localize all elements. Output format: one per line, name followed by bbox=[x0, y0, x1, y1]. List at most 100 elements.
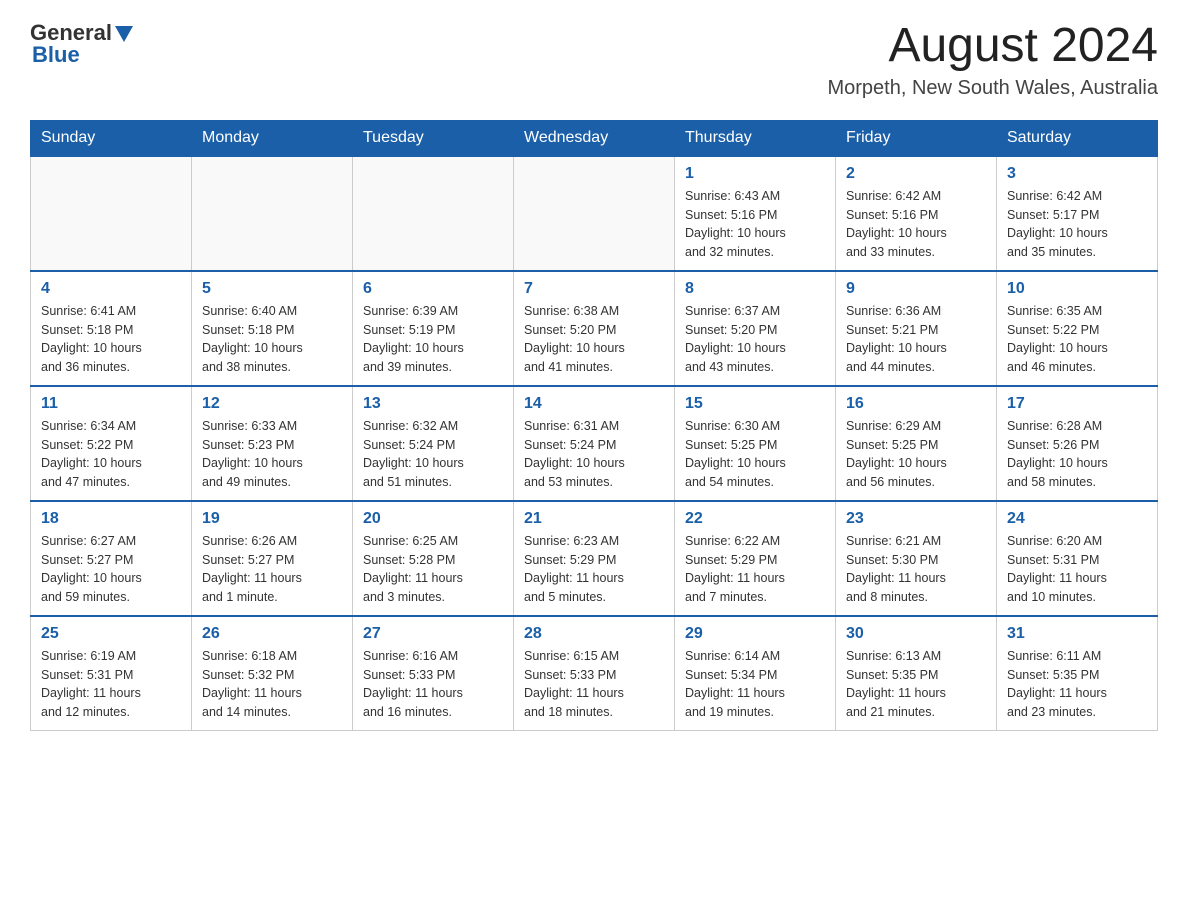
day-cell: 26 Sunrise: 6:18 AM Sunset: 5:32 PM Dayli… bbox=[192, 616, 353, 731]
day-cell: 27 Sunrise: 6:16 AM Sunset: 5:33 PM Dayli… bbox=[353, 616, 514, 731]
logo-triangle-icon bbox=[115, 26, 133, 42]
day-info: Sunrise: 6:25 AM Sunset: 5:28 PM Dayligh… bbox=[363, 532, 503, 607]
day-info: Sunrise: 6:13 AM Sunset: 5:35 PM Dayligh… bbox=[846, 647, 986, 722]
day-cell: 3 Sunrise: 6:42 AM Sunset: 5:17 PM Daylig… bbox=[997, 156, 1158, 271]
logo: General Blue bbox=[30, 20, 133, 68]
day-info: Sunrise: 6:33 AM Sunset: 5:23 PM Dayligh… bbox=[202, 417, 342, 492]
day-cell bbox=[192, 156, 353, 271]
day-cell: 8Sunrise: 6:37 AM Sunset: 5:20 PM Daylig… bbox=[675, 271, 836, 386]
day-number: 24 bbox=[1007, 510, 1147, 528]
day-number: 10 bbox=[1007, 280, 1147, 298]
page-header: General Blue August 2024 Morpeth, New So… bbox=[30, 20, 1158, 100]
month-title: August 2024 bbox=[827, 20, 1158, 73]
week-row-5: 25 Sunrise: 6:19 AM Sunset: 5:31 PM Dayli… bbox=[31, 616, 1158, 731]
day-info: Sunrise: 6:29 AM Sunset: 5:25 PM Dayligh… bbox=[846, 417, 986, 492]
day-info: Sunrise: 6:22 AM Sunset: 5:29 PM Dayligh… bbox=[685, 532, 825, 607]
day-number: 3 bbox=[1007, 165, 1147, 183]
day-number: 31 bbox=[1007, 625, 1147, 643]
day-cell: 10 Sunrise: 6:35 AM Sunset: 5:22 PM Dayli… bbox=[997, 271, 1158, 386]
day-cell: 17 Sunrise: 6:28 AM Sunset: 5:26 PM Dayli… bbox=[997, 386, 1158, 501]
col-header-monday: Monday bbox=[192, 120, 353, 156]
day-cell: 1Sunrise: 6:43 AM Sunset: 5:16 PM Daylig… bbox=[675, 156, 836, 271]
day-info: Sunrise: 6:41 AM Sunset: 5:18 PM Dayligh… bbox=[41, 302, 181, 377]
day-number: 2 bbox=[846, 165, 986, 183]
day-info: Sunrise: 6:31 AM Sunset: 5:24 PM Dayligh… bbox=[524, 417, 664, 492]
day-cell bbox=[31, 156, 192, 271]
day-cell: 19 Sunrise: 6:26 AM Sunset: 5:27 PM Dayli… bbox=[192, 501, 353, 616]
day-cell: 12 Sunrise: 6:33 AM Sunset: 5:23 PM Dayli… bbox=[192, 386, 353, 501]
day-cell: 24 Sunrise: 6:20 AM Sunset: 5:31 PM Dayli… bbox=[997, 501, 1158, 616]
day-info: Sunrise: 6:30 AM Sunset: 5:25 PM Dayligh… bbox=[685, 417, 825, 492]
day-number: 6 bbox=[363, 280, 503, 298]
day-info: Sunrise: 6:42 AM Sunset: 5:17 PM Dayligh… bbox=[1007, 187, 1147, 262]
day-cell: 31 Sunrise: 6:11 AM Sunset: 5:35 PM Dayli… bbox=[997, 616, 1158, 731]
day-number: 27 bbox=[363, 625, 503, 643]
week-row-3: 11 Sunrise: 6:34 AM Sunset: 5:22 PM Dayli… bbox=[31, 386, 1158, 501]
day-info: Sunrise: 6:19 AM Sunset: 5:31 PM Dayligh… bbox=[41, 647, 181, 722]
logo-blue-text: Blue bbox=[32, 42, 80, 68]
day-cell: 30Sunrise: 6:13 AM Sunset: 5:35 PM Dayli… bbox=[836, 616, 997, 731]
day-info: Sunrise: 6:37 AM Sunset: 5:20 PM Dayligh… bbox=[685, 302, 825, 377]
day-info: Sunrise: 6:35 AM Sunset: 5:22 PM Dayligh… bbox=[1007, 302, 1147, 377]
day-number: 12 bbox=[202, 395, 342, 413]
day-cell: 9Sunrise: 6:36 AM Sunset: 5:21 PM Daylig… bbox=[836, 271, 997, 386]
day-info: Sunrise: 6:21 AM Sunset: 5:30 PM Dayligh… bbox=[846, 532, 986, 607]
col-header-sunday: Sunday bbox=[31, 120, 192, 156]
day-cell: 2Sunrise: 6:42 AM Sunset: 5:16 PM Daylig… bbox=[836, 156, 997, 271]
day-info: Sunrise: 6:16 AM Sunset: 5:33 PM Dayligh… bbox=[363, 647, 503, 722]
day-info: Sunrise: 6:39 AM Sunset: 5:19 PM Dayligh… bbox=[363, 302, 503, 377]
col-header-thursday: Thursday bbox=[675, 120, 836, 156]
day-info: Sunrise: 6:23 AM Sunset: 5:29 PM Dayligh… bbox=[524, 532, 664, 607]
day-cell: 23 Sunrise: 6:21 AM Sunset: 5:30 PM Dayli… bbox=[836, 501, 997, 616]
week-row-2: 4 Sunrise: 6:41 AM Sunset: 5:18 PM Daylig… bbox=[31, 271, 1158, 386]
day-cell: 11 Sunrise: 6:34 AM Sunset: 5:22 PM Dayli… bbox=[31, 386, 192, 501]
day-info: Sunrise: 6:26 AM Sunset: 5:27 PM Dayligh… bbox=[202, 532, 342, 607]
day-cell: 28Sunrise: 6:15 AM Sunset: 5:33 PM Dayli… bbox=[514, 616, 675, 731]
day-info: Sunrise: 6:15 AM Sunset: 5:33 PM Dayligh… bbox=[524, 647, 664, 722]
day-cell: 21 Sunrise: 6:23 AM Sunset: 5:29 PM Dayli… bbox=[514, 501, 675, 616]
calendar-header-row: SundayMondayTuesdayWednesdayThursdayFrid… bbox=[31, 120, 1158, 156]
day-cell: 16 Sunrise: 6:29 AM Sunset: 5:25 PM Dayli… bbox=[836, 386, 997, 501]
day-number: 13 bbox=[363, 395, 503, 413]
calendar-table: SundayMondayTuesdayWednesdayThursdayFrid… bbox=[30, 120, 1158, 731]
day-cell: 6 Sunrise: 6:39 AM Sunset: 5:19 PM Daylig… bbox=[353, 271, 514, 386]
col-header-tuesday: Tuesday bbox=[353, 120, 514, 156]
day-info: Sunrise: 6:28 AM Sunset: 5:26 PM Dayligh… bbox=[1007, 417, 1147, 492]
col-header-saturday: Saturday bbox=[997, 120, 1158, 156]
day-cell: 4 Sunrise: 6:41 AM Sunset: 5:18 PM Daylig… bbox=[31, 271, 192, 386]
day-number: 4 bbox=[41, 280, 181, 298]
day-number: 29 bbox=[685, 625, 825, 643]
day-info: Sunrise: 6:11 AM Sunset: 5:35 PM Dayligh… bbox=[1007, 647, 1147, 722]
col-header-wednesday: Wednesday bbox=[514, 120, 675, 156]
day-number: 25 bbox=[41, 625, 181, 643]
day-number: 26 bbox=[202, 625, 342, 643]
day-number: 15 bbox=[685, 395, 825, 413]
day-info: Sunrise: 6:38 AM Sunset: 5:20 PM Dayligh… bbox=[524, 302, 664, 377]
day-number: 21 bbox=[524, 510, 664, 528]
day-info: Sunrise: 6:27 AM Sunset: 5:27 PM Dayligh… bbox=[41, 532, 181, 607]
day-number: 20 bbox=[363, 510, 503, 528]
day-info: Sunrise: 6:20 AM Sunset: 5:31 PM Dayligh… bbox=[1007, 532, 1147, 607]
day-info: Sunrise: 6:34 AM Sunset: 5:22 PM Dayligh… bbox=[41, 417, 181, 492]
day-cell: 22Sunrise: 6:22 AM Sunset: 5:29 PM Dayli… bbox=[675, 501, 836, 616]
day-number: 7 bbox=[524, 280, 664, 298]
location-subtitle: Morpeth, New South Wales, Australia bbox=[827, 77, 1158, 100]
day-number: 23 bbox=[846, 510, 986, 528]
day-cell: 5Sunrise: 6:40 AM Sunset: 5:18 PM Daylig… bbox=[192, 271, 353, 386]
day-cell: 20 Sunrise: 6:25 AM Sunset: 5:28 PM Dayli… bbox=[353, 501, 514, 616]
week-row-1: 1Sunrise: 6:43 AM Sunset: 5:16 PM Daylig… bbox=[31, 156, 1158, 271]
day-cell bbox=[514, 156, 675, 271]
day-info: Sunrise: 6:14 AM Sunset: 5:34 PM Dayligh… bbox=[685, 647, 825, 722]
day-cell: 14Sunrise: 6:31 AM Sunset: 5:24 PM Dayli… bbox=[514, 386, 675, 501]
day-cell: 25 Sunrise: 6:19 AM Sunset: 5:31 PM Dayli… bbox=[31, 616, 192, 731]
day-cell: 15 Sunrise: 6:30 AM Sunset: 5:25 PM Dayli… bbox=[675, 386, 836, 501]
day-info: Sunrise: 6:32 AM Sunset: 5:24 PM Dayligh… bbox=[363, 417, 503, 492]
day-info: Sunrise: 6:36 AM Sunset: 5:21 PM Dayligh… bbox=[846, 302, 986, 377]
day-info: Sunrise: 6:18 AM Sunset: 5:32 PM Dayligh… bbox=[202, 647, 342, 722]
day-number: 17 bbox=[1007, 395, 1147, 413]
day-number: 5 bbox=[202, 280, 342, 298]
title-section: August 2024 Morpeth, New South Wales, Au… bbox=[827, 20, 1158, 100]
day-number: 16 bbox=[846, 395, 986, 413]
day-number: 11 bbox=[41, 395, 181, 413]
day-number: 19 bbox=[202, 510, 342, 528]
